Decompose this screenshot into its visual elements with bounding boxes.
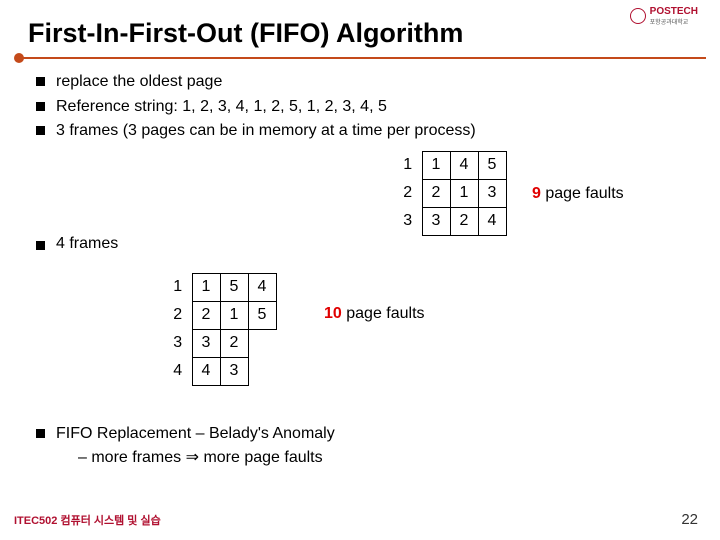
bullet-belady: FIFO Replacement – Belady's Anomaly <box>34 423 686 445</box>
footer-course: ITEC502 컴퓨터 시스템 및 실습 <box>14 512 161 528</box>
logo-sub: 포항공과대학교 <box>650 17 698 26</box>
row-lead: 1 <box>164 273 192 301</box>
bullet-replace: replace the oldest page <box>34 71 686 93</box>
table-row: 1 1 4 5 <box>394 151 506 179</box>
cell: 2 <box>422 179 450 207</box>
logo-text: POSTECH 포항공과대학교 <box>650 6 698 26</box>
row-lead: 1 <box>394 151 422 179</box>
title-rule <box>14 55 706 61</box>
faults-count: 10 <box>324 305 342 322</box>
table-4-frames: 1 1 5 4 2 2 1 5 3 3 2 4 <box>164 273 277 386</box>
cell: 4 <box>478 207 506 235</box>
tables-area: 1 1 4 5 2 2 1 3 3 3 2 4 <box>34 145 686 420</box>
cell: 1 <box>450 179 478 207</box>
content: replace the oldest page Reference string… <box>0 71 720 467</box>
faults-count: 9 <box>532 185 541 202</box>
bullet-3-frames: 3 frames (3 pages can be in memory at a … <box>34 120 686 142</box>
faults-label: page faults <box>342 305 425 322</box>
table-row: 2 2 1 5 <box>164 301 276 329</box>
row-lead: 2 <box>394 179 422 207</box>
cell: 3 <box>478 179 506 207</box>
cell: 5 <box>478 151 506 179</box>
faults-label: page faults <box>541 185 624 202</box>
table-row: 4 4 3 <box>164 357 276 385</box>
cell: 1 <box>220 301 248 329</box>
table-row: 2 2 1 3 <box>394 179 506 207</box>
cell: 1 <box>422 151 450 179</box>
cell: 4 <box>192 357 220 385</box>
logo: POSTECH 포항공과대학교 <box>630 6 698 26</box>
page-faults-3: 9 page faults <box>532 185 624 203</box>
belady-list: FIFO Replacement – Belady's Anomaly <box>34 423 686 445</box>
row-lead: 4 <box>164 357 192 385</box>
row-lead: 2 <box>164 301 192 329</box>
cell: 4 <box>450 151 478 179</box>
cell: 2 <box>192 301 220 329</box>
cell: 3 <box>422 207 450 235</box>
cell: 2 <box>220 329 248 357</box>
row-lead: 3 <box>164 329 192 357</box>
belady-sub-suffix: more page faults <box>199 449 323 466</box>
cell: 4 <box>248 273 276 301</box>
logo-name: POSTECH <box>650 6 698 17</box>
cell: 3 <box>220 357 248 385</box>
logo-seal-icon <box>630 8 646 24</box>
cell: 5 <box>248 301 276 329</box>
cell: 3 <box>192 329 220 357</box>
bullet-4-frames: 4 frames <box>34 235 118 253</box>
page-faults-4: 10 page faults <box>324 305 425 323</box>
table-3-frames: 1 1 4 5 2 2 1 3 3 3 2 4 <box>394 151 507 236</box>
cell: 5 <box>220 273 248 301</box>
cell: 2 <box>450 207 478 235</box>
belady-sub: – more frames ⇒ more page faults <box>34 447 686 467</box>
belady-sub-prefix: – more frames <box>78 449 186 466</box>
bullet-reference-string: Reference string: 1, 2, 3, 4, 1, 2, 5, 1… <box>34 96 686 118</box>
row-lead: 3 <box>394 207 422 235</box>
cell <box>248 357 276 385</box>
table-row: 3 3 2 4 <box>394 207 506 235</box>
bullet-list: replace the oldest page Reference string… <box>34 71 686 142</box>
arrow-icon: ⇒ <box>186 449 199 466</box>
table-row: 3 3 2 <box>164 329 276 357</box>
cell <box>248 329 276 357</box>
page-title: First-In-First-Out (FIFO) Algorithm <box>0 0 720 55</box>
page-number: 22 <box>681 511 698 528</box>
table-row: 1 1 5 4 <box>164 273 276 301</box>
cell: 1 <box>192 273 220 301</box>
